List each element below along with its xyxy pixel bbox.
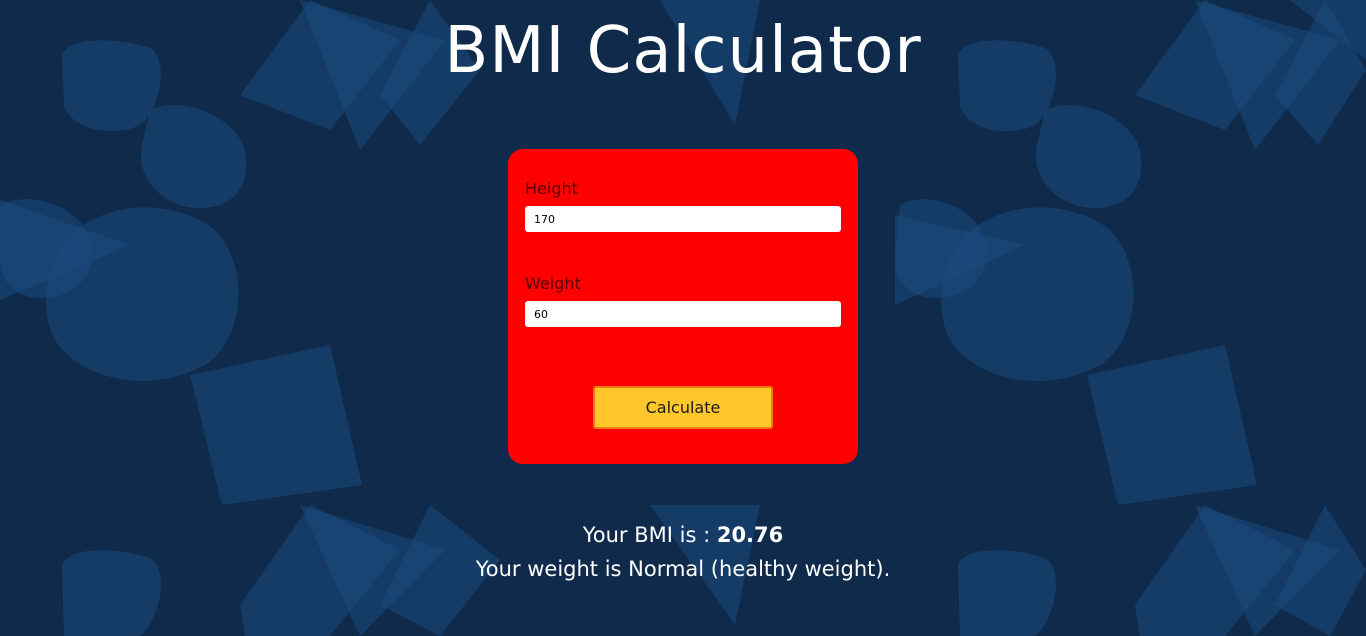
weight-category-text: Your weight is Normal (healthy weight).: [475, 557, 891, 581]
weight-input[interactable]: [525, 301, 841, 327]
bg-square: [190, 345, 362, 505]
calculate-button[interactable]: Calculate: [593, 386, 773, 429]
height-input[interactable]: [525, 206, 841, 232]
bg-square: [1087, 345, 1257, 505]
page-title: BMI Calculator: [444, 14, 922, 88]
bmi-result-prefix: Your BMI is :: [582, 523, 717, 547]
bmi-form-card: Height Weight Calculate: [508, 149, 858, 464]
bmi-value: 20.76: [716, 523, 784, 547]
weight-label: Weight: [525, 274, 581, 293]
height-label: Height: [525, 179, 578, 198]
bg-blob: [1035, 104, 1142, 209]
result-panel: Your BMI is : 20.76 Your weight is Norma…: [0, 518, 1366, 586]
bg-blob: [140, 104, 247, 209]
bmi-result-line: Your BMI is : 20.76: [0, 518, 1366, 552]
